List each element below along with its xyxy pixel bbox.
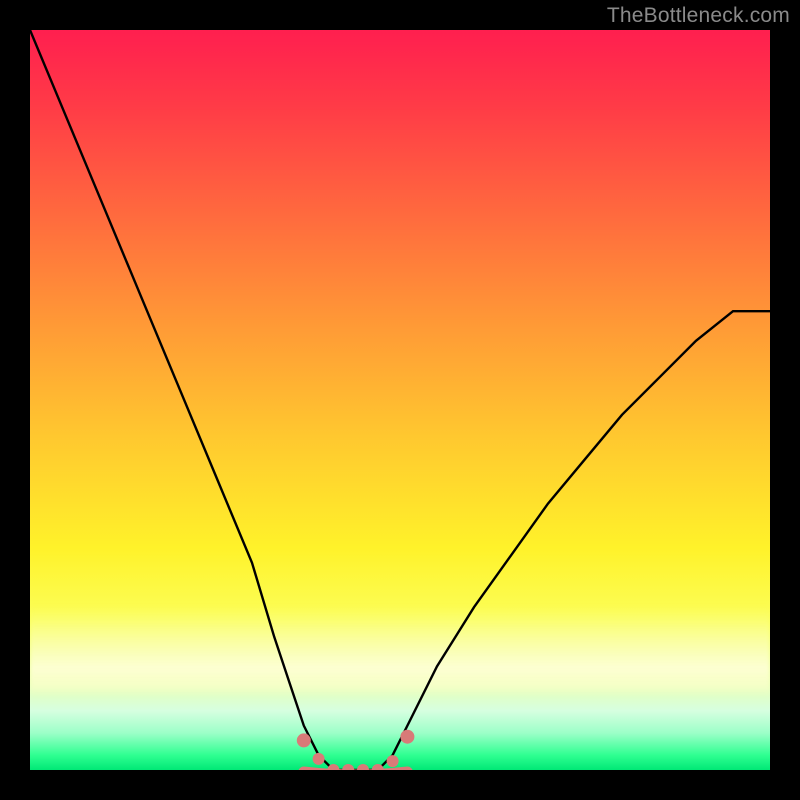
flat-zone-marker [297, 730, 415, 770]
curve-layer [30, 30, 770, 770]
flat-zone-dot [400, 730, 414, 744]
flat-zone-dot [313, 753, 325, 765]
flat-zone-dot [357, 764, 369, 770]
flat-zone-dot [387, 755, 399, 767]
bottleneck-curve [30, 30, 770, 770]
plot-area [30, 30, 770, 770]
flat-zone-dot [342, 764, 354, 770]
chart-frame: TheBottleneck.com [0, 0, 800, 800]
watermark-text: TheBottleneck.com [607, 4, 790, 28]
flat-zone-dot [297, 733, 311, 747]
